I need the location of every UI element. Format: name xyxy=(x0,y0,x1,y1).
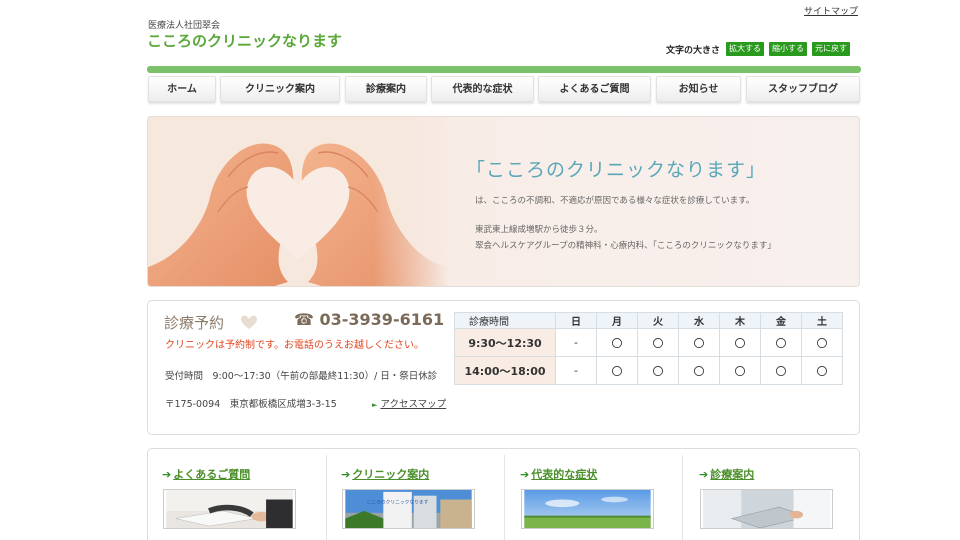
day-tue: 火 xyxy=(637,312,679,329)
font-enlarge-button[interactable]: 拡大する xyxy=(726,42,764,56)
font-size-label: 文字の大きさ xyxy=(666,46,721,56)
field-sky-photo[interactable] xyxy=(521,489,654,529)
schedule-cell: 〇 xyxy=(678,328,720,357)
schedule-cell: 〇 xyxy=(596,328,638,357)
hero-access-text: 東武東上線成増駅から徒歩３分。 xyxy=(475,225,603,235)
hero-group-text: 翠会ヘルスケアグループの精神科・心療内科、「こころのクリニックなります」 xyxy=(475,241,776,251)
schedule-cell: 〇 xyxy=(760,328,802,357)
schedule-cell: 〇 xyxy=(678,356,720,385)
schedule-table: 診療時間 日 月 火 水 木 金 土 9:30～12:30 - 〇 〇 〇 〇 … xyxy=(454,312,843,385)
sitemap-link[interactable]: サイトマップ xyxy=(804,4,858,17)
schedule-cell: 〇 xyxy=(596,356,638,385)
hero-banner: 「こころのクリニックなります」 は、こころの不調和、不適応が原因である様々な症状… xyxy=(147,116,860,287)
faq-photo[interactable] xyxy=(163,489,296,529)
schedule-cell: 〇 xyxy=(637,328,679,357)
nav-clinic-info[interactable]: クリニック案内 xyxy=(220,76,340,102)
day-mon: 月 xyxy=(596,312,638,329)
schedule-cell: 〇 xyxy=(637,356,679,385)
clinic-logo-title[interactable]: こころのクリニックなります xyxy=(147,30,342,51)
card-label: 診療案内 xyxy=(710,468,755,481)
clinic-address: 〒175-0094 東京都板橋区成増3-3-15 xyxy=(165,399,337,410)
time-slot: 9:30～12:30 xyxy=(454,328,556,357)
doctor-clipboard-photo[interactable] xyxy=(700,489,833,529)
reservation-label: 診療予約 xyxy=(164,314,225,332)
card-link-clinic-info[interactable]: ➔ クリニック案内 xyxy=(341,466,429,482)
font-reset-button[interactable]: 元に戻す xyxy=(812,42,850,56)
phone-number[interactable]: ☎ 03-3939-6161 xyxy=(294,310,444,329)
schedule-cell: 〇 xyxy=(719,356,761,385)
access-map-label: アクセスマップ xyxy=(380,399,447,410)
nav-home[interactable]: ホーム xyxy=(148,76,216,102)
table-row: 14:00～18:00 - 〇 〇 〇 〇 〇 〇 xyxy=(454,356,843,385)
arrow-right-icon: ➔ xyxy=(341,468,351,481)
reception-hours: 受付時間 9:00～17:30（午前の部最終11:30）/ 日・祭日休診 xyxy=(165,371,438,382)
schedule-header-label: 診療時間 xyxy=(454,312,556,329)
card-divider xyxy=(682,455,683,540)
hero-description: は、こころの不調和、不適応が原因である様々な症状を診療しています。 xyxy=(475,196,755,206)
nav-symptoms[interactable]: 代表的な症状 xyxy=(431,76,534,102)
day-thu: 木 xyxy=(719,312,761,329)
card-label: クリニック案内 xyxy=(352,468,430,481)
hands-heart-photo xyxy=(148,117,448,286)
schedule-cell: - xyxy=(555,356,597,385)
heart-icon xyxy=(241,315,257,329)
schedule-cell: 〇 xyxy=(719,328,761,357)
schedule-cell: 〇 xyxy=(760,356,802,385)
arrow-right-icon: ➔ xyxy=(520,468,530,481)
nav-accent-bar xyxy=(147,66,861,73)
card-link-faq[interactable]: ➔ よくあるご質問 xyxy=(162,466,250,482)
clinic-building-photo[interactable]: こころのクリニックなります xyxy=(342,489,475,529)
reservation-note: クリニックは予約制です。お電話のうえお越しください。 xyxy=(165,340,424,351)
arrow-right-icon: ► xyxy=(372,401,378,409)
card-link-medical-info[interactable]: ➔ 診療案内 xyxy=(699,466,754,482)
access-map-link[interactable]: ► アクセスマップ xyxy=(372,398,448,413)
schedule-cell: - xyxy=(555,328,597,357)
table-row: 9:30～12:30 - 〇 〇 〇 〇 〇 〇 xyxy=(454,328,843,357)
day-fri: 金 xyxy=(760,312,802,329)
card-divider xyxy=(504,455,505,540)
card-divider xyxy=(326,455,327,540)
day-sat: 土 xyxy=(801,312,843,329)
day-sun: 日 xyxy=(555,312,597,329)
day-wed: 水 xyxy=(678,312,720,329)
nav-medical-info[interactable]: 診療案内 xyxy=(345,76,427,102)
arrow-right-icon: ➔ xyxy=(699,468,709,481)
nav-news[interactable]: お知らせ xyxy=(656,76,741,102)
quick-links-panel: ➔ よくあるご質問 ➔ クリニック案内 こころのクリニックなります ➔ 代表的な症状 xyxy=(147,448,860,540)
card-label: 代表的な症状 xyxy=(531,468,598,481)
hero-title: 「こころのクリニックなります」 xyxy=(466,159,767,181)
nav-faq[interactable]: よくあるご質問 xyxy=(538,76,651,102)
schedule-cell: 〇 xyxy=(801,328,843,357)
nav-staff-blog[interactable]: スタッフブログ xyxy=(746,76,860,102)
card-label: よくあるご質問 xyxy=(173,468,251,481)
schedule-cell: 〇 xyxy=(801,356,843,385)
reservation-panel: 診療予約 ☎ 03-3939-6161 クリニックは予約制です。お電話のうえお越… xyxy=(147,300,860,435)
font-shrink-button[interactable]: 縮小する xyxy=(769,42,807,56)
arrow-right-icon: ➔ xyxy=(162,468,172,481)
time-slot: 14:00～18:00 xyxy=(454,356,556,385)
card-link-symptoms[interactable]: ➔ 代表的な症状 xyxy=(520,466,597,482)
